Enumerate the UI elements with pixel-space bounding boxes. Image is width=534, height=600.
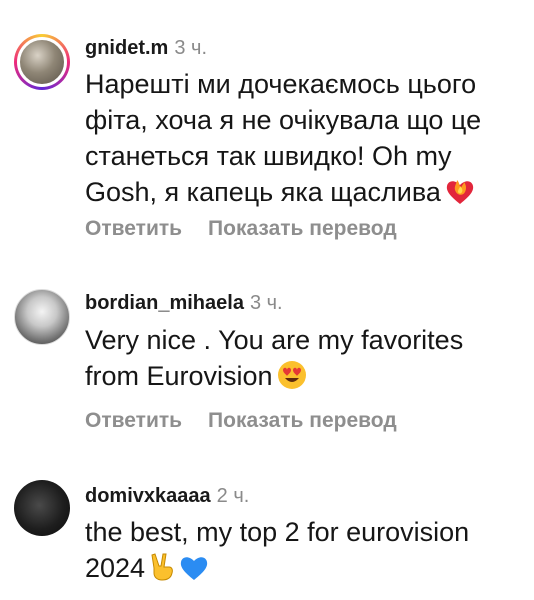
timestamp: 3 ч. — [174, 37, 207, 59]
avatar[interactable] — [14, 480, 70, 536]
heart-on-fire-icon — [445, 178, 475, 215]
avatar-photo — [17, 37, 67, 87]
heart-eyes-icon — [277, 360, 307, 399]
comment-header: domivxkaaaa 2 ч. — [85, 484, 249, 508]
blue-heart-icon — [179, 554, 209, 591]
comment-actions: Ответить Показать перевод — [85, 408, 397, 434]
reply-button[interactable]: Ответить — [85, 217, 182, 240]
username-link[interactable]: gnidet.m — [85, 37, 168, 59]
comment-body: the best, my top 2 for eurovision 2024 — [85, 517, 470, 583]
username-link[interactable]: bordian_mihaela — [85, 292, 244, 314]
comment-text: Нарешті ми дочекаємось цього фіта, хоча … — [85, 66, 505, 215]
comment-header: bordian_mihaela 3 ч. — [85, 291, 283, 315]
avatar[interactable] — [14, 289, 70, 345]
show-translation-button[interactable]: Показать перевод — [208, 409, 397, 432]
reply-button[interactable]: Ответить — [85, 409, 182, 432]
comment-actions: Ответить Показать перевод — [85, 216, 397, 242]
victory-hand-icon — [149, 552, 175, 591]
timestamp: 3 ч. — [249, 292, 283, 314]
comment-body: Very nice . You are my favorites from Eu… — [85, 325, 464, 391]
show-translation-button[interactable]: Показать перевод — [208, 217, 397, 240]
comment-text: the best, my top 2 for eurovision 2024 — [85, 514, 505, 591]
avatar[interactable] — [14, 34, 70, 90]
timestamp: 2 ч. — [216, 485, 250, 507]
username-link[interactable]: domivxkaaaa — [85, 485, 211, 507]
comment-text: Very nice . You are my favorites from Eu… — [85, 322, 505, 399]
comment-header: gnidet.m 3 ч. — [85, 36, 207, 60]
comment-body: Нарешті ми дочекаємось цього фіта, хоча … — [85, 69, 482, 207]
